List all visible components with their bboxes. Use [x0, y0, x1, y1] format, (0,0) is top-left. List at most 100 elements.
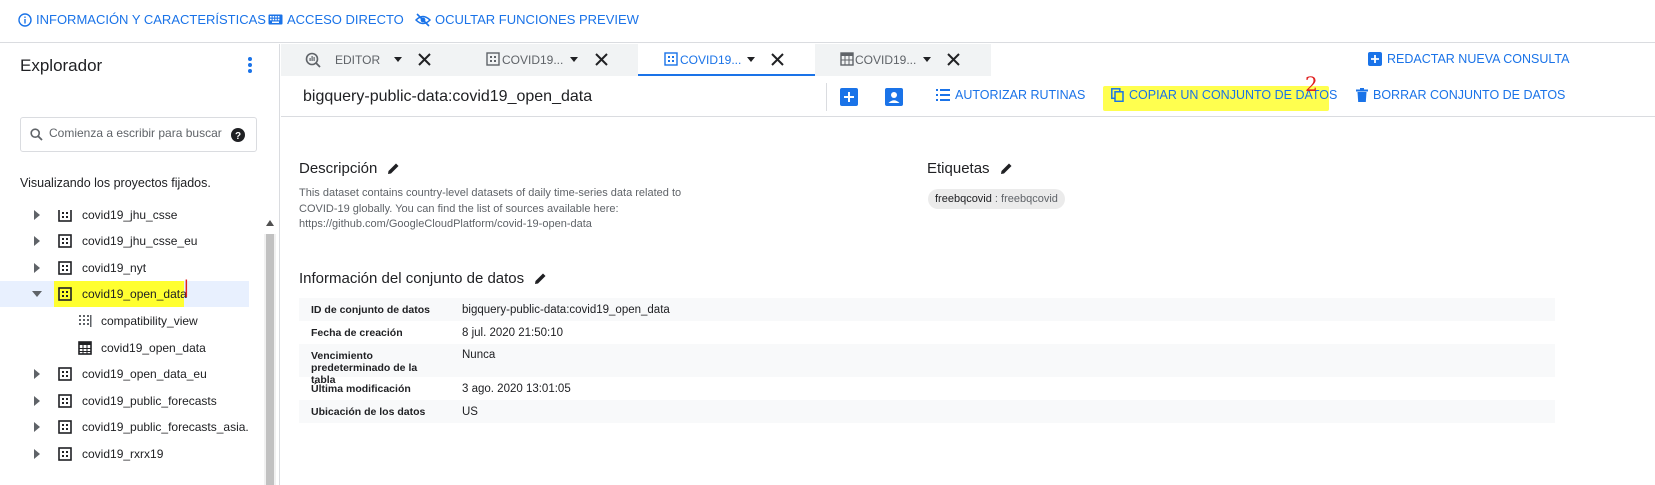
labels-heading: Etiquetas: [927, 160, 990, 177]
table-row: Vencimiento predeterminado de la tabla N…: [299, 344, 1555, 386]
search-box[interactable]: ?: [20, 117, 257, 152]
tree-row-dataset[interactable]: covid19_rxrx19: [0, 441, 249, 467]
table-icon: [78, 341, 92, 355]
chevron-right-icon[interactable]: [34, 449, 40, 459]
scroll-thumb[interactable]: [266, 234, 274, 485]
more-vert-icon[interactable]: [247, 56, 253, 74]
view-icon: [79, 315, 92, 327]
search-input[interactable]: [49, 126, 229, 140]
shortcuts-link[interactable]: ACCESO DIRECTO: [268, 12, 404, 27]
tree-row-label: covid19_open_data: [101, 341, 206, 355]
close-icon[interactable]: [418, 53, 431, 66]
copy-icon: [1111, 88, 1124, 102]
chevron-right-icon[interactable]: [34, 396, 40, 406]
hide-preview-link[interactable]: OCULTAR FUNCIONES PREVIEW: [415, 12, 639, 27]
chevron-right-icon[interactable]: [34, 369, 40, 379]
labels-section: Etiquetas: [927, 160, 1013, 177]
description-line: This dataset contains country-level data…: [299, 187, 682, 199]
description-line: COVID-19 globally. You can find the list…: [299, 202, 619, 215]
chevron-down-icon[interactable]: [32, 291, 42, 297]
tab-editor[interactable]: EDITOR: [281, 44, 459, 76]
tree-row-dataset[interactable]: covid19_public_forecasts: [0, 388, 249, 414]
dataset-icon: [58, 420, 72, 434]
tree-row-dataset[interactable]: covid19_open_data_eu: [0, 361, 249, 387]
description-link[interactable]: https://github.com/GoogleCloudPlatform/c…: [299, 217, 719, 233]
keyboard-icon: [268, 14, 283, 25]
scroll-up-arrow-icon[interactable]: [266, 220, 274, 226]
close-icon[interactable]: [595, 53, 608, 66]
delete-dataset-label: BORRAR CONJUNTO DE DATOS: [1373, 88, 1566, 102]
tab-label: COVID19...: [680, 53, 742, 67]
description-text: This dataset contains country-level data…: [299, 186, 719, 233]
tab-covid19-3[interactable]: COVID19...: [815, 44, 991, 76]
edit-icon[interactable]: [1000, 162, 1013, 175]
tab-covid19-2-active[interactable]: COVID19...: [638, 44, 815, 76]
caret-down-icon[interactable]: [394, 57, 402, 62]
caret-down-icon[interactable]: [923, 57, 931, 62]
chevron-right-icon[interactable]: [34, 422, 40, 432]
tree-row-dataset[interactable]: covid19_nyt: [0, 255, 249, 281]
compose-label: REDACTAR NUEVA CONSULTA: [1387, 52, 1570, 66]
authorize-routines-button[interactable]: AUTORIZAR RUTINAS: [936, 88, 1085, 102]
tab-covid19-1[interactable]: COVID19...: [459, 44, 638, 76]
list-icon: [936, 89, 950, 101]
caret-down-icon[interactable]: [747, 57, 755, 62]
tree-row-table[interactable]: covid19_open_data: [0, 335, 249, 361]
explorer-title: Explorador: [20, 56, 103, 75]
explorer-tree: covid19_jhu_csse covid19_jhu_csse_eu cov…: [0, 210, 249, 485]
info-features-label: INFORMACIÓN Y CARACTERÍSTICAS: [36, 12, 266, 27]
help-icon[interactable]: ?: [231, 128, 245, 142]
chevron-right-icon[interactable]: [34, 236, 40, 246]
table-row: Fecha de creación 8 jul. 2020 21:50:10: [299, 321, 1555, 344]
tab-label: COVID19...: [502, 53, 564, 67]
label-value: freebqcovid: [1001, 193, 1058, 205]
search-icon: [30, 128, 43, 141]
tree-row-label: covid19_open_data: [82, 287, 187, 301]
label-key: freebqcovid: [935, 193, 992, 205]
person-box-icon: [885, 88, 903, 106]
create-table-button[interactable]: [840, 88, 858, 106]
tree-row-label: covid19_nyt: [82, 261, 147, 275]
tab-bar: EDITOR COVID19... COVID19... COVID19... …: [281, 44, 1655, 76]
info-value: Nunca: [462, 349, 496, 361]
top-bar: INFORMACIÓN Y CARACTERÍSTICAS ACCESO DIR…: [0, 0, 1655, 43]
dataset-icon: [58, 210, 72, 222]
tree-row-dataset[interactable]: covid19_jhu_csse: [0, 210, 249, 228]
info-value: bigquery-public-data:covid19_open_data: [462, 304, 670, 316]
tree-scrollbar[interactable]: [249, 216, 277, 485]
dataset-icon: [58, 234, 72, 248]
add-box-icon: [840, 88, 858, 106]
chevron-right-icon[interactable]: [34, 210, 40, 220]
table-row: Última modificación 3 ago. 2020 13:01:05: [299, 377, 1555, 400]
close-icon[interactable]: [947, 53, 960, 66]
info-value: 3 ago. 2020 13:01:05: [462, 383, 571, 395]
tree-row-label: covid19_public_forecasts_asia...: [82, 420, 249, 434]
close-icon[interactable]: [771, 53, 784, 66]
info-features-link[interactable]: INFORMACIÓN Y CARACTERÍSTICAS: [18, 12, 266, 27]
copy-dataset-button[interactable]: COPIAR UN CONJUNTO DE DATOS: [1111, 88, 1337, 102]
hide-preview-label: OCULTAR FUNCIONES PREVIEW: [435, 12, 639, 27]
share-dataset-button[interactable]: [885, 88, 903, 106]
tree-row-dataset-selected[interactable]: covid19_open_data |: [0, 277, 249, 307]
caret-down-icon[interactable]: [570, 57, 578, 62]
label-chip: freebqcovid : freebqcovid: [928, 189, 1065, 209]
edit-icon[interactable]: [534, 272, 547, 285]
tab-label: EDITOR: [335, 53, 381, 67]
label-separator: :: [991, 193, 1002, 205]
chevron-right-icon[interactable]: [34, 263, 40, 273]
pinned-projects-text: Visualizando los proyectos fijados.: [20, 176, 211, 190]
explorer-panel: Explorador ? Visualizando los proyectos …: [0, 44, 280, 485]
tab-label: COVID19...: [855, 53, 917, 67]
dataset-icon: [58, 394, 72, 408]
tree-row-view[interactable]: compatibility_view: [0, 308, 249, 334]
delete-dataset-button[interactable]: BORRAR CONJUNTO DE DATOS: [1356, 88, 1565, 102]
add-box-icon: [1368, 52, 1382, 66]
info-key: Última modificación: [311, 383, 411, 395]
compose-new-query-button[interactable]: REDACTAR NUEVA CONSULTA: [1368, 52, 1569, 66]
tree-row-dataset[interactable]: covid19_jhu_csse_eu: [0, 228, 249, 254]
tree-row-dataset[interactable]: covid19_public_forecasts_asia...: [0, 414, 249, 440]
edit-icon[interactable]: [387, 162, 400, 175]
dataset-icon: [58, 287, 72, 301]
info-key: Ubicación de los datos: [311, 406, 426, 418]
tree-row-label: covid19_rxrx19: [82, 447, 164, 461]
